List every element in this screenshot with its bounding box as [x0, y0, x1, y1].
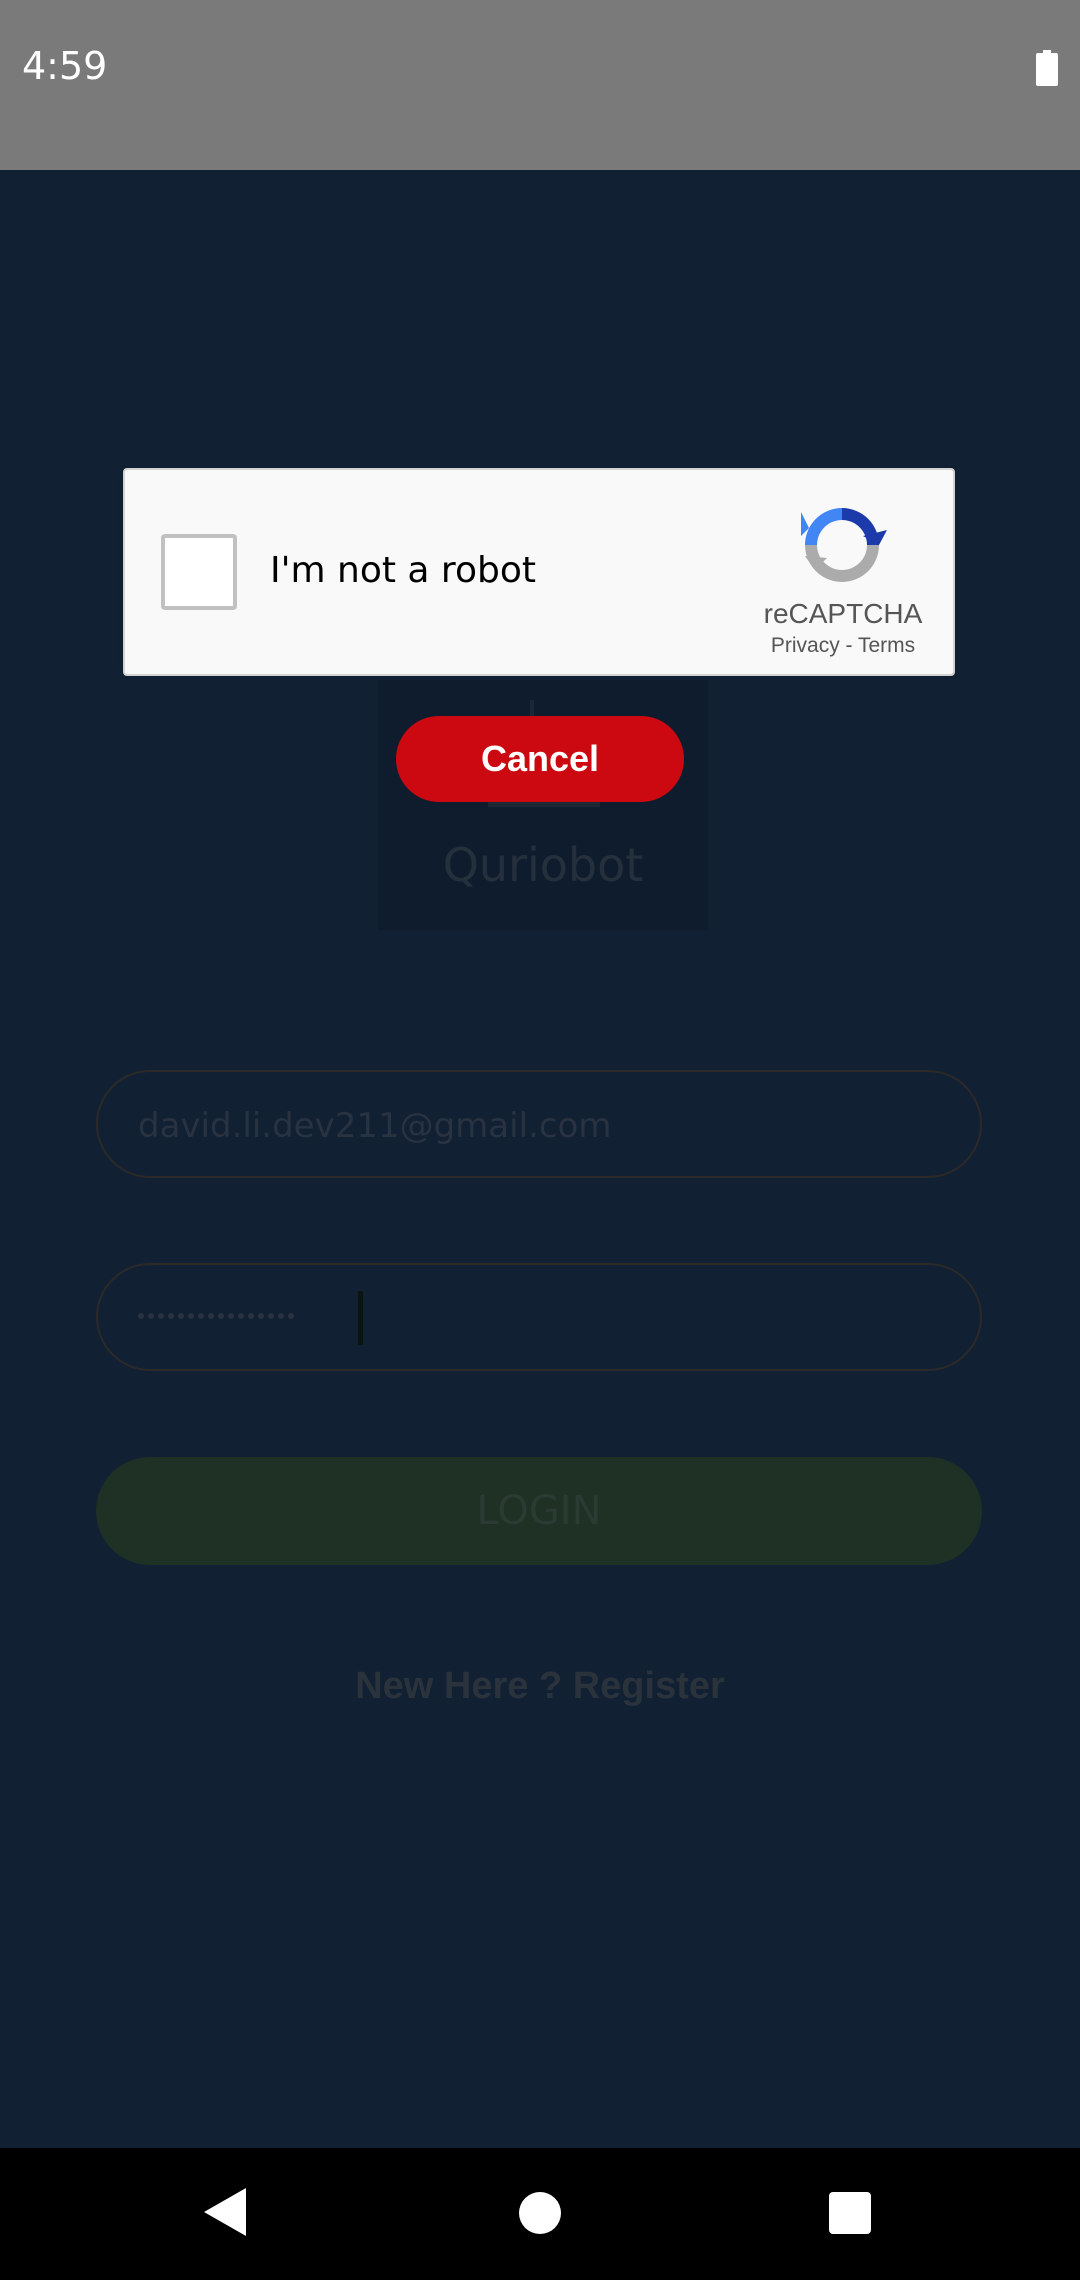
password-dot [178, 1313, 184, 1319]
password-dot [248, 1313, 254, 1319]
logo-text: Quriobot [442, 838, 644, 892]
email-value: david.li.dev211@gmail.com [138, 1106, 612, 1146]
password-dot [208, 1313, 214, 1319]
password-dot [188, 1313, 194, 1319]
recaptcha-widget: I'm not a robot reCAPTCHA Privacy - Term… [123, 468, 955, 676]
navigation-bar [0, 2148, 1080, 2280]
recaptcha-links[interactable]: Privacy - Terms [715, 634, 971, 658]
back-icon[interactable] [204, 2188, 246, 2236]
password-dot [198, 1313, 204, 1319]
password-dot [228, 1313, 234, 1319]
text-cursor [358, 1291, 363, 1345]
password-dot [158, 1313, 164, 1319]
captcha-checkbox[interactable] [161, 534, 237, 610]
status-bar: 4:59 [0, 0, 1080, 170]
password-dot [278, 1313, 284, 1319]
status-time: 4:59 [22, 44, 108, 88]
recents-icon[interactable] [829, 2192, 871, 2234]
password-dot [218, 1313, 224, 1319]
password-dot [258, 1313, 264, 1319]
password-dot [268, 1313, 274, 1319]
password-dot [238, 1313, 244, 1319]
email-field[interactable]: david.li.dev211@gmail.com [96, 1070, 982, 1178]
cancel-button[interactable]: Cancel [396, 716, 684, 802]
password-dot [168, 1313, 174, 1319]
password-dot [148, 1313, 154, 1319]
home-icon[interactable] [519, 2192, 561, 2234]
register-link[interactable]: New Here ? Register [0, 1665, 1080, 1708]
password-dot [288, 1313, 294, 1319]
recaptcha-logo-icon [801, 508, 887, 582]
recaptcha-brand: reCAPTCHA [763, 598, 923, 629]
password-mask [138, 1313, 294, 1325]
password-field[interactable] [96, 1263, 982, 1371]
password-dot [138, 1313, 144, 1319]
battery-icon [1036, 50, 1058, 86]
captcha-label: I'm not a robot [270, 550, 536, 591]
login-button[interactable]: LOGIN [96, 1457, 982, 1565]
